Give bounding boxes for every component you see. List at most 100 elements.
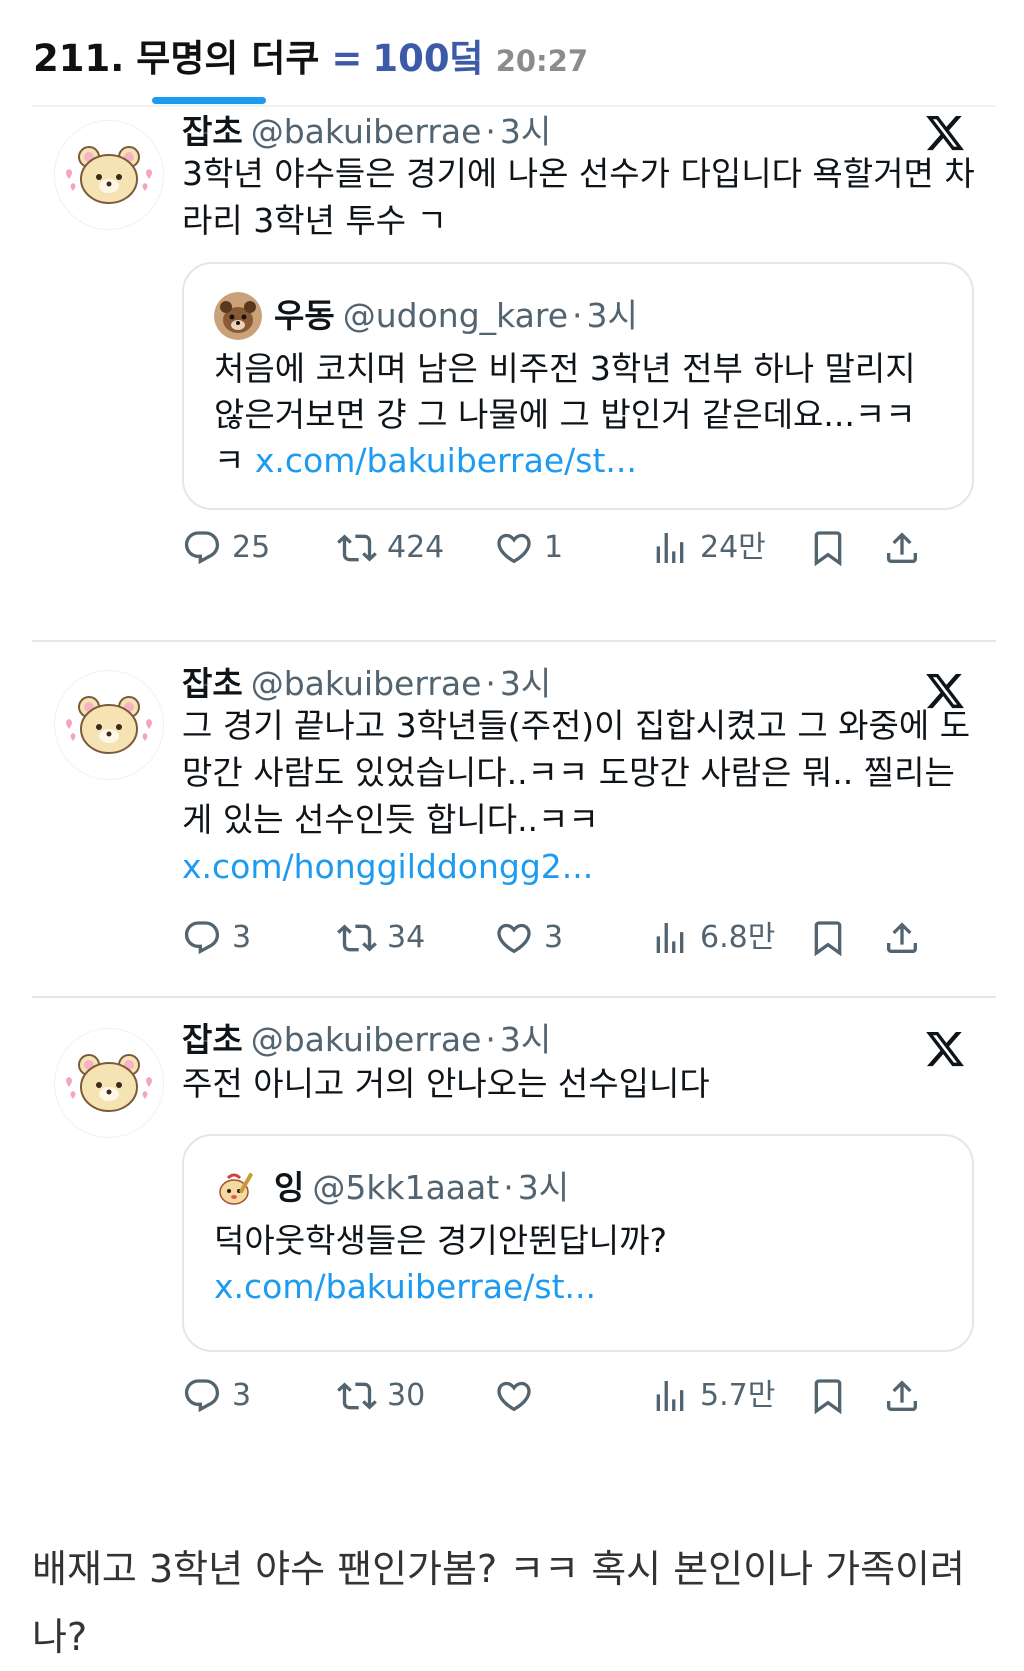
like-button[interactable] [494,1376,544,1416]
tweet-text: 주전 아니고 거의 안나오는 선수입니다 [182,1064,710,1103]
tweet-text: 그 경기 끝나고 3학년들(주전)이 집합시켰고 그 와중에 도망간 사람도 있… [182,706,971,839]
x-logo-icon[interactable] [924,112,966,154]
view-count: 5.7만 [700,1378,776,1413]
reply-icon [184,921,220,955]
retweet-count: 34 [387,920,426,955]
retweet-icon [337,1382,377,1410]
bookmark-button[interactable] [808,1376,858,1416]
views-button[interactable]: 24만 [650,528,766,568]
display-name[interactable]: 잉 [274,1168,304,1208]
comment-text: 배재고 3학년 야수 팬인가봄? ㅋㅋ 혹시 본인이나 가족이려나? [32,1547,965,1659]
share-icon [887,1380,917,1411]
quote-text-block: 처음에 코치며 남은 비주전 3학년 전부 하나 말리지 않은거보면 걍 그 나… [214,346,944,484]
like-button[interactable]: 1 [494,528,563,568]
tweet-link[interactable]: x.com/honggilddongg2... [182,847,593,886]
tweet-time[interactable]: 3시 [500,112,551,151]
views-button[interactable]: 5.7만 [650,1376,775,1416]
post-header: 211. 무명의 더쿠 = 100덬 20:27 [33,28,588,80]
display-name[interactable]: 잡초 [182,112,243,151]
display-name[interactable]: 잡초 [182,664,243,703]
post-time: 20:27 [495,44,588,78]
like-count: 1 [544,530,564,565]
action-bar: 3 30 5.7만 [182,1376,982,1422]
tweet-link[interactable]: x.com/bakuiberrae/st... [255,441,637,480]
tweet-card[interactable]: 잡초 @bakuiberrae · 3시 그 경기 끝나고 3학년들(주전)이 집합시… [32,662,996,982]
user-handle[interactable]: @udong_kare [343,296,568,336]
user-handle[interactable]: @bakuiberrae [251,112,482,151]
views-icon [656,923,684,953]
quoted-tweet[interactable]: 우동 @udong_kare · 3시 처음에 코치며 남은 비주전 3학년 전부 하… [182,262,974,510]
post-number: 211. [33,37,125,80]
tweet-header: 잡초 @bakuiberrae · 3시 [182,1020,551,1060]
retweet-button[interactable]: 424 [337,528,444,568]
reply-icon [184,531,220,565]
heart-icon [497,533,531,564]
user-handle[interactable]: @5kk1aaat [312,1168,499,1208]
share-button[interactable] [882,918,932,958]
bear-avatar-icon [55,1029,163,1137]
retweet-count: 30 [387,1378,426,1413]
divider [32,996,996,998]
quote-text-block: 덕아웃학생들은 경기안뛴답니까? x.com/bakuiberrae/st... [214,1218,944,1310]
bookmark-button[interactable] [808,918,858,958]
avatar[interactable] [214,1164,262,1212]
tweet-time[interactable]: 3시 [518,1168,569,1208]
display-name[interactable]: 우동 [274,296,335,336]
view-count: 24만 [700,530,766,565]
bear-avatar-icon [55,671,163,779]
quote-header: 우동 @udong_kare · 3시 [214,292,638,340]
quote-header: 잉 @5kk1aaat · 3시 [214,1164,569,1212]
quoted-tweet[interactable]: 잉 @5kk1aaat · 3시 덕아웃학생들은 경기안뛴답니까? x.com/bak… [182,1134,974,1352]
share-button[interactable] [882,528,932,568]
user-handle[interactable]: @bakuiberrae [251,664,482,703]
tweet-text: 3학년 야수들은 경기에 나온 선수가 다입니다 욕할거면 차라리 3학년 투수… [182,154,975,240]
retweet-count: 424 [387,530,445,565]
views-icon [656,533,684,563]
separator-dot: · [572,296,583,335]
duck-count[interactable]: 100덬 [372,28,483,82]
like-button[interactable]: 3 [494,918,563,958]
share-icon [887,532,917,563]
tweet-time[interactable]: 3시 [587,296,638,336]
display-name[interactable]: 잡초 [182,1020,243,1059]
reply-icon [184,1379,220,1413]
avatar[interactable] [54,120,164,230]
reply-count: 3 [232,920,252,955]
reply-button[interactable]: 3 [182,1376,251,1416]
tweet-time[interactable]: 3시 [500,1020,551,1059]
retweet-button[interactable]: 30 [337,1376,425,1416]
avatar[interactable] [54,1028,164,1138]
retweet-button[interactable]: 34 [337,918,425,958]
separator-dot: · [485,112,496,151]
tweet-card[interactable]: 잡초 @bakuiberrae · 3시 주전 아니고 거의 안나오는 선수입니다 잉… [32,1020,996,1440]
character-avatar-icon [214,1164,262,1212]
reply-button[interactable]: 25 [182,528,270,568]
action-bar: 25 424 1 24만 [182,528,982,574]
separator-dot: · [503,1168,514,1207]
tweet-link[interactable]: x.com/bakuiberrae/st... [214,1267,596,1306]
separator-dot: · [485,664,496,703]
header-underline [152,97,266,104]
views-button[interactable]: 6.8만 [650,918,775,958]
retweet-icon [337,924,377,952]
retweet-icon [337,534,377,562]
tweet-card[interactable]: 잡초 @bakuiberrae · 3시 3학년 야수들은 경기에 나온 선수가 다입… [32,110,996,630]
action-bar: 3 34 3 6.8만 [182,918,982,964]
user-handle[interactable]: @bakuiberrae [251,1020,482,1059]
quote-text: 덕아웃학생들은 경기안뛴답니까? [214,1221,678,1260]
divider [32,105,996,107]
reply-count: 25 [232,530,271,565]
like-count: 3 [544,920,564,955]
bookmark-button[interactable] [808,528,858,568]
avatar[interactable] [54,670,164,780]
reply-button[interactable]: 3 [182,918,251,958]
tweet-time[interactable]: 3시 [500,664,551,703]
bookmark-icon [814,1379,842,1415]
avatar[interactable] [214,292,262,340]
separator-dot: · [485,1020,496,1059]
heart-icon [497,1381,531,1412]
share-button[interactable] [882,1376,932,1416]
heart-icon [497,923,531,954]
reply-count: 3 [232,1378,252,1413]
share-icon [887,922,917,953]
